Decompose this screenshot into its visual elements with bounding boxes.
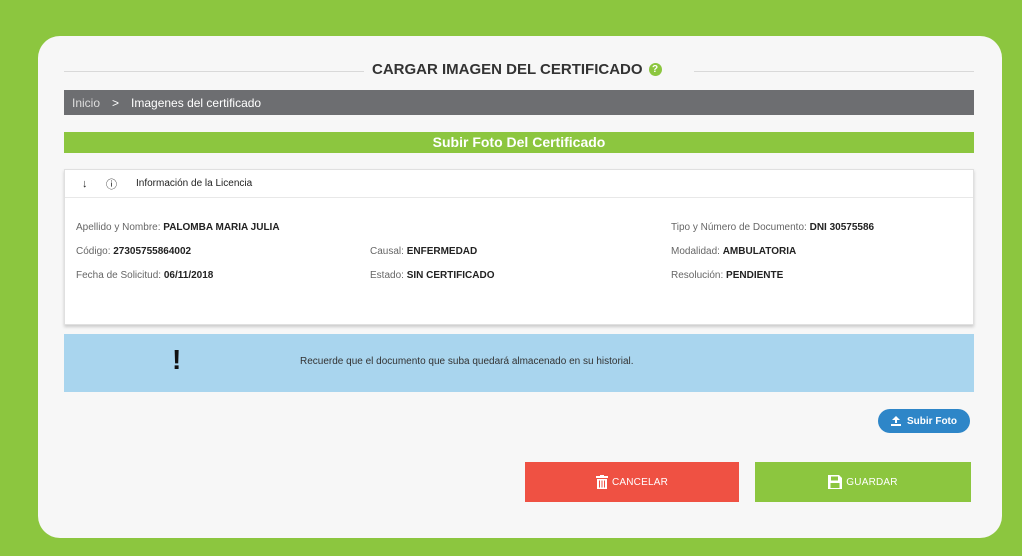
field-documento: Tipo y Número de Documento: DNI 30575586: [671, 222, 874, 233]
field-value: PALOMBA MARIA JULIA: [163, 222, 280, 233]
field-causal: Causal: ENFERMEDAD: [370, 246, 477, 257]
trash-icon: [595, 475, 608, 489]
field-codigo: Código: 27305755864002: [76, 246, 191, 257]
field-value: DNI 30575586: [809, 222, 875, 233]
breadcrumb: Inicio > Imagenes del certificado: [64, 90, 974, 115]
field-label: Causal:: [370, 246, 404, 257]
field-value: SIN CERTIFICADO: [406, 270, 495, 281]
header-divider-left: [64, 71, 364, 72]
panel-header[interactable]: ↓ ⓘ Información de la Licencia: [65, 170, 973, 198]
field-value: 27305755864002: [113, 246, 192, 257]
breadcrumb-separator: >: [112, 95, 120, 110]
field-value: ENFERMEDAD: [406, 246, 478, 257]
page-header: CARGAR IMAGEN DEL CERTIFICADO ?: [64, 58, 974, 84]
field-nombre: Apellido y Nombre: PALOMBA MARIA JULIA: [76, 222, 280, 233]
field-label: Código:: [76, 246, 111, 257]
field-estado: Estado: SIN CERTIFICADO: [370, 270, 494, 281]
field-label: Estado:: [370, 270, 404, 281]
breadcrumb-home-link[interactable]: Inicio: [72, 96, 100, 110]
question-circle-icon[interactable]: ?: [648, 63, 662, 76]
cancel-button-label: CANCELAR: [611, 476, 669, 488]
field-label: Modalidad:: [671, 246, 720, 257]
field-fecha: Fecha de Solicitud: 06/11/2018: [76, 270, 213, 281]
header-divider-right: [694, 71, 974, 72]
upload-icon: [891, 416, 901, 426]
field-label: Tipo y Número de Documento:: [671, 222, 807, 233]
arrow-down-icon[interactable]: ↓: [82, 178, 92, 190]
field-label: Resolución:: [671, 270, 724, 281]
section-title: Subir Foto Del Certificado: [64, 132, 974, 153]
save-button-label: GUARDAR: [846, 476, 898, 488]
floppy-disk-icon: [828, 475, 843, 489]
upload-button-label: Subir Foto: [907, 415, 957, 427]
upload-photo-button[interactable]: Subir Foto: [878, 409, 970, 433]
page-title-text: CARGAR IMAGEN DEL CERTIFICADO: [372, 61, 643, 78]
license-info-panel: ↓ ⓘ Información de la Licencia Apellido …: [64, 169, 974, 325]
field-label: Fecha de Solicitud:: [76, 270, 162, 281]
field-modalidad: Modalidad: AMBULATORIA: [671, 246, 796, 257]
page-title: CARGAR IMAGEN DEL CERTIFICADO ?: [372, 61, 662, 78]
field-value: AMBULATORIA: [722, 246, 797, 257]
field-value: 06/11/2018: [163, 270, 214, 281]
exclamation-icon: !: [172, 344, 182, 375]
certificate-card: CARGAR IMAGEN DEL CERTIFICADO ? Inicio >…: [38, 36, 1002, 538]
info-icon: ⓘ: [106, 178, 117, 191]
breadcrumb-current: Imagenes del certificado: [131, 95, 262, 110]
field-value: PENDIENTE: [726, 270, 784, 281]
save-button[interactable]: GUARDAR: [755, 462, 971, 502]
notice-banner: ! Recuerde que el documento que suba que…: [64, 334, 974, 392]
notice-text: Recuerde que el documento que suba queda…: [300, 356, 634, 367]
cancel-button[interactable]: CANCELAR: [525, 462, 739, 502]
field-resolucion: Resolución: PENDIENTE: [671, 270, 783, 281]
field-label: Apellido y Nombre:: [76, 222, 161, 233]
panel-title: Información de la Licencia: [136, 178, 253, 189]
